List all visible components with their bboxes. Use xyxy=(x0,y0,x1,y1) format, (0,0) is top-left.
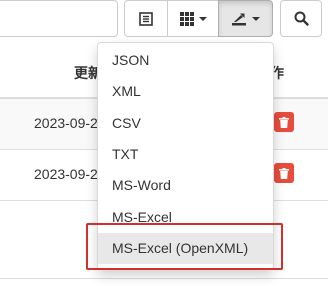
delete-button[interactable] xyxy=(274,163,294,183)
trash-icon xyxy=(279,116,289,128)
chevron-down-icon xyxy=(252,16,260,21)
table-page: 更新 作 2023-09-2 2023-09-2 JSON XML CSV TX… xyxy=(0,0,328,286)
search-icon xyxy=(294,11,309,26)
menu-item-json[interactable]: JSON xyxy=(98,45,273,76)
trash-icon xyxy=(279,167,289,179)
menu-item-xml[interactable]: XML xyxy=(98,76,273,107)
table-bottom-border xyxy=(0,278,328,279)
chevron-down-icon xyxy=(198,16,207,21)
date-cell: 2023-09-2 xyxy=(34,115,98,131)
search-input[interactable] xyxy=(0,0,118,37)
list-icon xyxy=(139,11,153,26)
menu-item-csv[interactable]: CSV xyxy=(98,108,273,139)
columns-button[interactable] xyxy=(167,0,219,37)
delete-button[interactable] xyxy=(274,112,294,132)
date-cell: 2023-09-2 xyxy=(34,166,98,182)
menu-item-txt[interactable]: TXT xyxy=(98,139,273,170)
export-icon xyxy=(232,13,246,25)
menu-item-ms-word[interactable]: MS-Word xyxy=(98,170,273,201)
grid-icon xyxy=(179,11,194,26)
toggle-view-button[interactable] xyxy=(124,0,168,37)
export-button[interactable] xyxy=(218,0,273,37)
search-button[interactable] xyxy=(280,0,322,37)
highlight-annotation xyxy=(86,223,283,270)
